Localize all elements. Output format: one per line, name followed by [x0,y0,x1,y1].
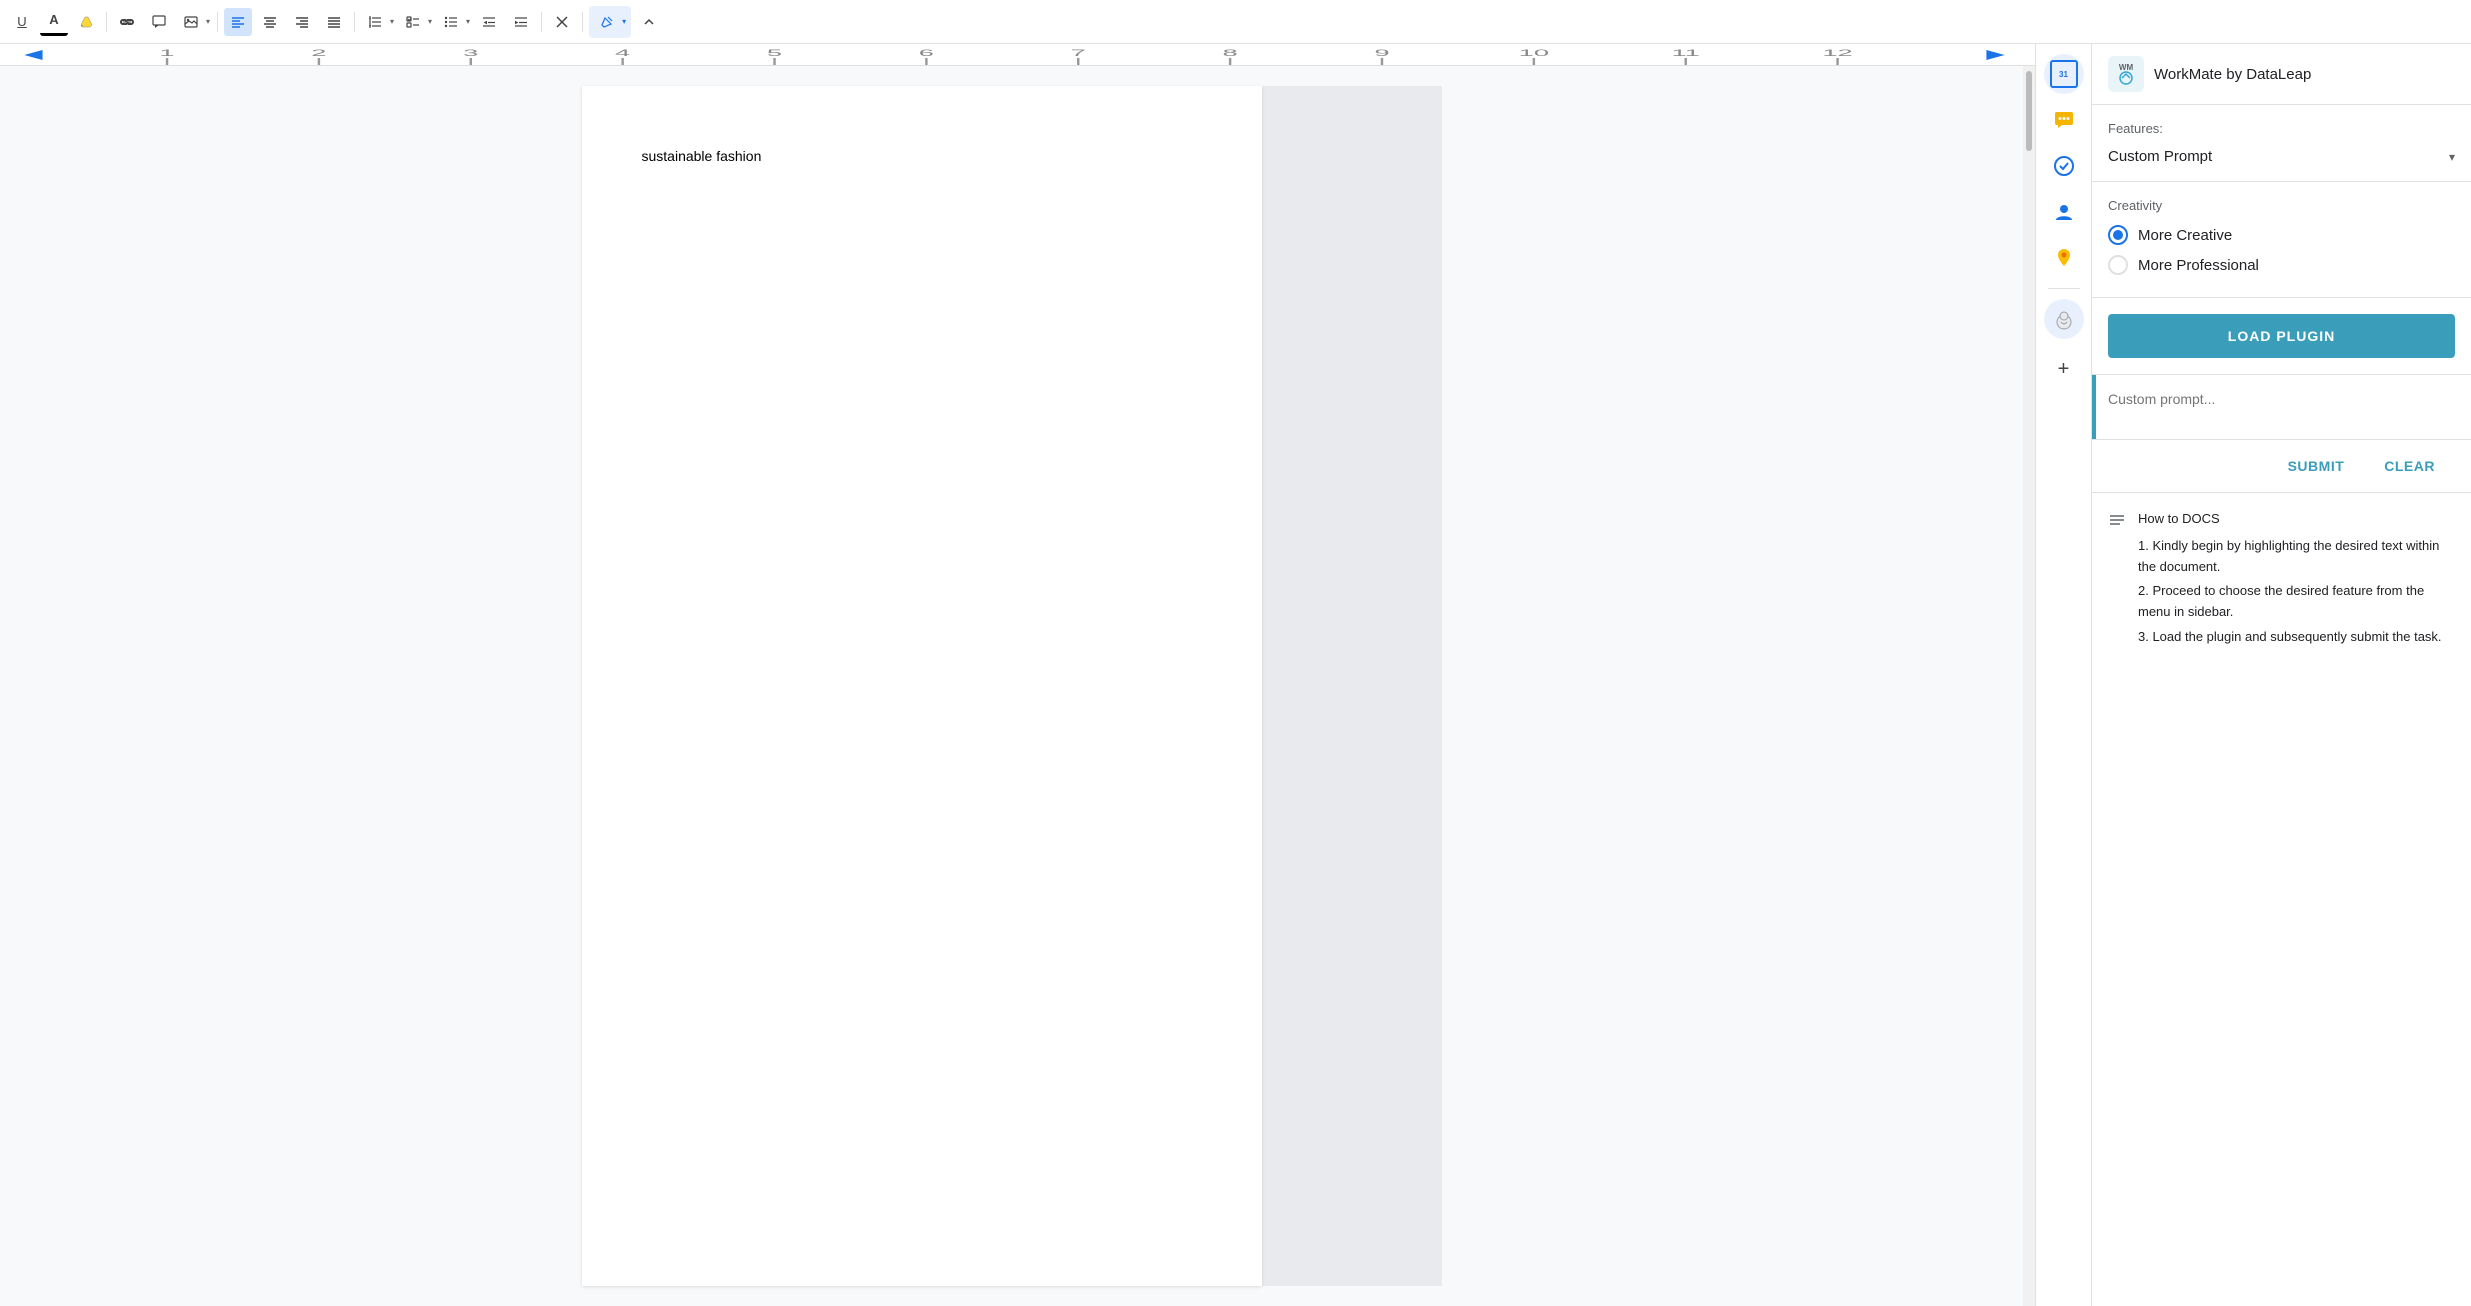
doc-text: sustainable fashion [642,146,1202,167]
icon-strip: 31 + [2035,44,2091,1306]
icon-strip-divider [2048,288,2080,289]
checklist-group[interactable]: ▾ [399,8,433,36]
collapse-btn[interactable] [635,8,663,36]
doc-page[interactable]: sustainable fashion [582,86,1262,1286]
load-plugin-btn[interactable]: LOAD PLUGIN [2108,314,2455,358]
add-plugin-btn[interactable]: + [2048,353,2080,385]
sidebar-header: WM WorkMate by DataLeap [2092,44,2471,105]
align-center-btn[interactable] [256,8,284,36]
bullet-list-arrow[interactable]: ▾ [465,17,471,26]
checklist-arrow[interactable]: ▾ [427,17,433,26]
more-professional-radio[interactable] [2108,255,2128,275]
more-creative-radio[interactable] [2108,225,2128,245]
main-area: 1 2 3 4 5 6 7 8 9 10 11 [0,44,2471,1306]
custom-prompt-input[interactable] [2096,375,2471,439]
docs-content: How to DOCS 1. Kindly begin by highlight… [2138,509,2455,648]
svg-text:7: 7 [1071,48,1086,58]
person-icon-btn[interactable] [2044,192,2084,232]
doc-right-page [1262,86,1442,1286]
feature-selected-text: Custom Prompt [2108,148,2212,165]
increase-indent-btn[interactable] [507,8,535,36]
prompt-section [2092,375,2471,440]
more-creative-option[interactable]: More Creative [2108,225,2455,245]
more-professional-option[interactable]: More Professional [2108,255,2455,275]
location-pin-icon-btn[interactable] [2044,238,2084,278]
doc-scroll-area[interactable]: sustainable fashion [0,66,2023,1306]
clear-btn[interactable]: CLEAR [2364,452,2455,480]
clear-format-btn[interactable] [548,8,576,36]
plugin-icon-btn[interactable] [2044,299,2084,339]
line-spacing-btn[interactable] [361,8,389,36]
decrease-indent-btn[interactable] [475,8,503,36]
checklist-btn[interactable] [399,8,427,36]
underline-btn[interactable]: U [8,8,36,36]
svg-text:6: 6 [919,48,934,58]
svg-text:4: 4 [615,48,630,58]
image-btn[interactable] [177,8,205,36]
creativity-label: Creativity [2108,198,2455,213]
load-plugin-section: LOAD PLUGIN [2092,298,2471,375]
task-check-icon-btn[interactable] [2044,146,2084,186]
feature-dropdown-arrow[interactable]: ▾ [2449,150,2455,164]
pen-arrow[interactable]: ▾ [621,17,627,26]
action-section: SUBMIT CLEAR [2092,440,2471,493]
submit-btn[interactable]: SUBMIT [2268,452,2365,480]
align-left-btn[interactable] [224,8,252,36]
svg-text:11: 11 [1672,48,1700,58]
bullet-list-btn[interactable] [437,8,465,36]
line-spacing-group[interactable]: ▾ [361,8,395,36]
docs-step-1: 1. Kindly begin by highlighting the desi… [2138,536,2455,578]
docs-step-3: 3. Load the plugin and subsequently subm… [2138,627,2455,648]
align-right-btn[interactable] [288,8,316,36]
scrollbar-thumb[interactable] [2026,71,2032,151]
chat-icon-btn[interactable] [2044,100,2084,140]
svg-text:3: 3 [463,48,478,58]
scrollbar[interactable] [2023,66,2035,1306]
plugin-sidebar: WM WorkMate by DataLeap Features: Custom… [2091,44,2471,1306]
features-section: Features: Custom Prompt ▾ [2092,105,2471,182]
doc-container: 1 2 3 4 5 6 7 8 9 10 11 [0,44,2035,1306]
align-justify-btn[interactable] [320,8,348,36]
svg-text:1: 1 [159,48,174,58]
svg-text:9: 9 [1374,48,1389,58]
image-btn-group[interactable]: ▾ [177,8,211,36]
svg-text:8: 8 [1223,48,1238,58]
highlight-btn[interactable] [72,8,100,36]
features-label: Features: [2108,121,2455,136]
more-creative-label: More Creative [2138,227,2232,244]
docs-step-2: 2. Proceed to choose the desired feature… [2138,581,2455,623]
doc-pages-wrapper: sustainable fashion [582,86,1442,1286]
bullet-list-group[interactable]: ▾ [437,8,471,36]
link-btn[interactable] [113,8,141,36]
svg-text:12: 12 [1822,48,1852,58]
indent-group[interactable] [475,8,503,36]
sidebar-logo: WM [2108,56,2144,92]
docs-section: How to DOCS 1. Kindly begin by highlight… [2092,493,2471,664]
line-spacing-arrow[interactable]: ▾ [389,17,395,26]
pen-btn[interactable] [593,8,621,36]
svg-text:5: 5 [767,48,782,58]
comment-btn[interactable] [145,8,173,36]
svg-text:10: 10 [1519,48,1549,58]
svg-text:2: 2 [311,48,326,58]
creativity-section: Creativity More Creative More Profession… [2092,182,2471,298]
image-arrow[interactable]: ▾ [205,17,211,26]
pen-group[interactable]: ▾ [589,6,631,38]
ruler: 1 2 3 4 5 6 7 8 9 10 11 [0,44,2035,66]
docs-title: How to DOCS [2138,509,2455,530]
toolbar: U A ▾ ▾ ▾ [0,0,2471,44]
font-color-btn[interactable]: A [40,8,68,36]
sidebar-title: WorkMate by DataLeap [2154,66,2311,83]
docs-icon [2108,511,2126,648]
svg-text:WM: WM [2119,63,2134,72]
google-calendar-icon-btn[interactable]: 31 [2044,54,2084,94]
feature-select[interactable]: Custom Prompt ▾ [2108,144,2455,169]
more-professional-label: More Professional [2138,257,2259,274]
